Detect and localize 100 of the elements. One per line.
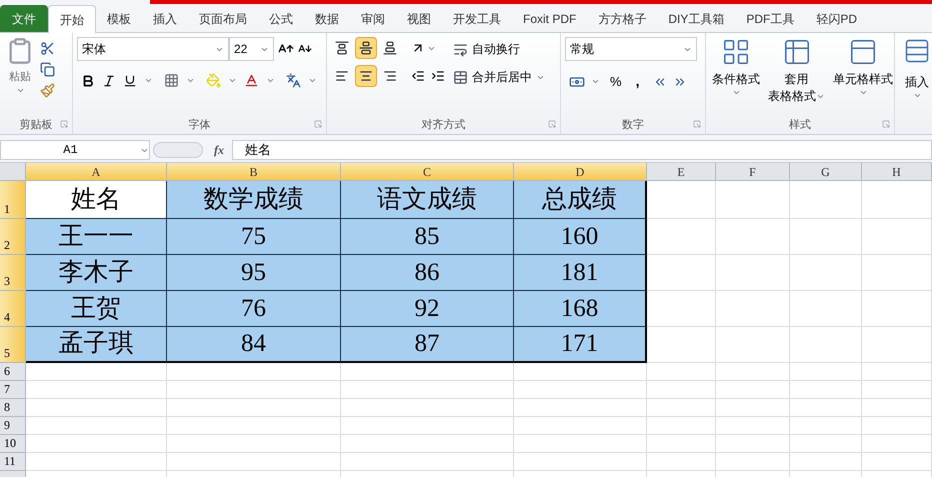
- number-format-field[interactable]: 常规: [565, 37, 697, 61]
- group-label: 样式: [789, 118, 811, 133]
- empty-cell: [790, 417, 862, 435]
- ribbon-tab[interactable]: 开发工具: [442, 5, 512, 32]
- scissors-icon[interactable]: [40, 41, 55, 56]
- decrease-indent-icon[interactable]: [411, 69, 425, 83]
- align-button[interactable]: [355, 37, 377, 59]
- column-header[interactable]: G: [790, 163, 862, 181]
- caret-icon: [308, 76, 317, 85]
- empty-cell: [790, 181, 862, 219]
- paste-button[interactable]: 粘贴: [4, 37, 36, 116]
- align-middle-icon: [359, 41, 373, 55]
- align-right-icon: [383, 69, 397, 83]
- increase-indent-icon[interactable]: [431, 69, 445, 83]
- copy-icon[interactable]: [40, 62, 55, 77]
- caret-icon: [591, 77, 600, 86]
- insert-button[interactable]: 插入: [903, 37, 931, 100]
- row-header[interactable]: 2: [0, 219, 26, 255]
- empty-cell: [647, 399, 716, 417]
- empty-cell: [862, 381, 932, 399]
- column-header[interactable]: C: [341, 163, 514, 181]
- align-left-icon: [335, 69, 349, 83]
- empty-cell: [647, 417, 716, 435]
- style-button[interactable]: 条件格式: [710, 37, 762, 116]
- empty-cell: [862, 255, 932, 291]
- ribbon-tab[interactable]: DIY工具箱: [657, 5, 736, 32]
- column-header[interactable]: B: [167, 163, 341, 181]
- table-cell: 王一一: [26, 219, 167, 255]
- underline-icon[interactable]: [123, 74, 137, 88]
- bold-icon[interactable]: [81, 74, 95, 88]
- empty-cell: [862, 291, 932, 327]
- row-header[interactable]: 10: [0, 435, 26, 453]
- phonetic-icon[interactable]: [286, 73, 301, 88]
- row-header: [0, 471, 26, 477]
- row-header[interactable]: 5: [0, 327, 26, 363]
- font-color-icon[interactable]: [244, 73, 259, 88]
- caret-icon: [186, 76, 195, 85]
- name-box[interactable]: A1: [0, 140, 150, 160]
- ribbon-tab[interactable]: 数据: [304, 5, 350, 32]
- comma-button[interactable]: ,: [632, 71, 644, 92]
- percent-button[interactable]: %: [606, 72, 626, 92]
- column-header[interactable]: F: [716, 163, 790, 181]
- caret-icon: [228, 76, 237, 85]
- ribbon-tab[interactable]: 插入: [142, 5, 188, 32]
- table-cell: 孟子琪: [26, 327, 167, 363]
- empty-cell: [647, 435, 716, 453]
- fill-color-icon[interactable]: [206, 73, 221, 88]
- panel-icon: [848, 37, 878, 67]
- table-cell: 语文成绩: [341, 181, 514, 219]
- font-name-field[interactable]: 宋体: [77, 37, 229, 61]
- ribbon-tab[interactable]: 开始: [48, 5, 96, 33]
- column-header[interactable]: A: [26, 163, 167, 181]
- empty-cell: [790, 435, 862, 453]
- empty-cell: [790, 291, 862, 327]
- empty-cell: [862, 219, 932, 255]
- italic-icon[interactable]: [102, 74, 116, 88]
- row-header[interactable]: 3: [0, 255, 26, 291]
- group-label: 剪贴板: [20, 118, 52, 133]
- table-cell: 王贺: [26, 291, 167, 327]
- wrap-text-button[interactable]: 自动换行: [453, 39, 545, 59]
- empty-cell: [790, 399, 862, 417]
- ribbon-tab[interactable]: 页面布局: [188, 5, 258, 32]
- style-button[interactable]: 单元格样式: [831, 37, 895, 116]
- font-size-field[interactable]: 22: [229, 37, 274, 61]
- column-header[interactable]: H: [862, 163, 932, 181]
- merge-center-button[interactable]: 合并后居中: [453, 67, 545, 87]
- ribbon-tab[interactable]: 公式: [258, 5, 304, 32]
- row-header[interactable]: 9: [0, 417, 26, 435]
- ribbon-tab[interactable]: 模板: [96, 5, 142, 32]
- group-label: 数字: [622, 118, 644, 133]
- row-header[interactable]: 6: [0, 363, 26, 381]
- row-header[interactable]: 8: [0, 399, 26, 417]
- caret-icon: [816, 92, 825, 101]
- align-button[interactable]: [355, 65, 377, 87]
- ribbon-tab[interactable]: Foxit PDF: [512, 5, 588, 32]
- empty-cell: [790, 363, 862, 381]
- column-header[interactable]: D: [514, 163, 647, 181]
- wrap-text-icon: [453, 42, 468, 56]
- table-cell: 92: [341, 291, 514, 327]
- empty-cell: [862, 363, 932, 381]
- row-header[interactable]: 1: [0, 181, 26, 219]
- column-header[interactable]: E: [647, 163, 716, 181]
- border-icon[interactable]: [164, 73, 179, 88]
- ribbon-tab[interactable]: 方方格子: [587, 5, 658, 32]
- ribbon-tab[interactable]: PDF工具: [735, 5, 806, 32]
- empty-cell: [862, 181, 932, 219]
- table-cell: 181: [514, 255, 647, 291]
- row-header[interactable]: 4: [0, 291, 26, 327]
- row-header[interactable]: 11: [0, 453, 26, 471]
- row-header[interactable]: 7: [0, 381, 26, 399]
- style-button[interactable]: 套用 表格格式: [766, 37, 827, 116]
- ribbon-tab[interactable]: 视图: [396, 5, 442, 32]
- file-tab[interactable]: 文件: [0, 5, 48, 32]
- function-label[interactable]: fx: [206, 141, 232, 159]
- paintbrush-icon[interactable]: [40, 83, 55, 98]
- formula-field[interactable]: 姓名: [232, 140, 932, 160]
- ribbon-tab[interactable]: 审阅: [350, 5, 396, 32]
- ribbon-tab[interactable]: 轻闪PD: [805, 5, 868, 32]
- empty-cell: [647, 381, 716, 399]
- splitter-handle[interactable]: [153, 142, 203, 158]
